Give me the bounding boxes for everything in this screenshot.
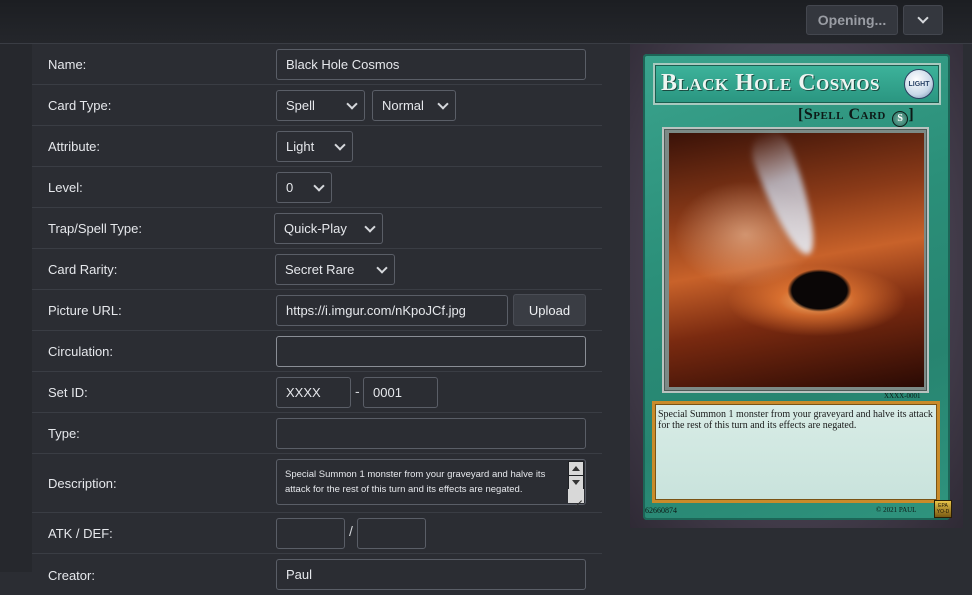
card-title: Black Hole Cosmos — [661, 70, 880, 96]
card-type-value: Spell — [286, 98, 315, 113]
card-subtype-value: Normal — [382, 98, 424, 113]
picture-url-input[interactable]: https://i.imgur.com/nKpoJCf.jpg — [276, 295, 508, 326]
set-id-prefix-input[interactable]: XXXX — [276, 377, 351, 408]
rarity-label: Card Rarity: — [48, 261, 118, 277]
resize-handle-icon[interactable] — [568, 489, 584, 503]
rarity-value: Secret Rare — [285, 262, 355, 277]
description-textarea[interactable]: Special Summon 1 monster from your grave… — [276, 459, 586, 505]
trap-spell-type-select[interactable]: Quick-Play — [274, 213, 383, 244]
row-attribute: Attribute: Light — [32, 126, 602, 167]
row-trap-spell-type: Trap/Spell Type: Quick-Play — [32, 208, 602, 249]
set-id-separator: - — [355, 383, 360, 399]
row-set-id: Set ID: XXXX - 0001 — [32, 372, 602, 413]
spell-symbol-icon: S — [892, 111, 909, 127]
set-id-label: Set ID: — [48, 384, 88, 400]
card-set-code: XXXX-0001 — [884, 392, 921, 400]
card-type-line: [Spell Card S] — [798, 106, 914, 127]
description-label: Description: — [48, 475, 117, 491]
def-input[interactable] — [357, 518, 426, 549]
card-copyright: © 2021 PAUL — [876, 506, 917, 514]
card-description-text: Special Summon 1 monster from your grave… — [658, 409, 933, 431]
circulation-input[interactable] — [276, 336, 586, 367]
attribute-select[interactable]: Light — [276, 131, 353, 162]
opening-button[interactable]: Opening... — [806, 5, 898, 35]
attribute-value: Light — [286, 139, 315, 154]
scroll-up-icon[interactable] — [569, 462, 583, 475]
set-id-number-input[interactable]: 0001 — [363, 377, 438, 408]
card-editor-form: Name: Black Hole Cosmos Card Type: Spell… — [32, 44, 602, 595]
atk-def-label: ATK / DEF: — [48, 525, 113, 541]
card-passcode: 62660874 — [645, 506, 677, 515]
name-label: Name: — [48, 56, 87, 72]
card-type-select[interactable]: Spell — [276, 90, 365, 121]
upload-button[interactable]: Upload — [513, 294, 586, 326]
row-level: Level: 0 — [32, 167, 602, 208]
level-value: 0 — [286, 180, 294, 195]
type-input[interactable] — [276, 418, 586, 449]
atk-input[interactable] — [276, 518, 345, 549]
card-type-label: Card Type: — [48, 97, 112, 113]
creator-input[interactable]: Paul — [276, 559, 586, 590]
row-atk-def: ATK / DEF: / — [32, 513, 602, 554]
picture-url-label: Picture URL: — [48, 302, 122, 318]
chevron-down-icon — [437, 97, 449, 110]
row-type: Type: — [32, 413, 602, 454]
level-select[interactable]: 0 — [276, 172, 332, 203]
description-text: Special Summon 1 monster from your grave… — [285, 469, 546, 495]
left-gutter — [0, 44, 32, 572]
row-picture-url: Picture URL: https://i.imgur.com/nKpoJCf… — [32, 290, 602, 331]
chevron-down-icon — [334, 138, 346, 151]
scroll-down-icon[interactable] — [569, 476, 583, 489]
chevron-down-icon — [376, 261, 388, 274]
row-name: Name: Black Hole Cosmos — [32, 44, 602, 85]
level-label: Level: — [48, 179, 83, 195]
trap-spell-type-label: Trap/Spell Type: — [48, 220, 142, 236]
circulation-label: Circulation: — [48, 343, 114, 359]
row-rarity: Card Rarity: Secret Rare — [32, 249, 602, 290]
rarity-select[interactable]: Secret Rare — [275, 254, 395, 285]
chevron-down-icon — [917, 12, 929, 24]
chevron-down-icon — [346, 97, 358, 110]
atk-def-separator: / — [349, 523, 353, 539]
corner-logo-icon: EPA YO-D — [934, 500, 952, 518]
name-input[interactable]: Black Hole Cosmos — [276, 49, 586, 80]
row-card-type: Card Type: Spell Normal — [32, 85, 602, 126]
chevron-down-icon — [313, 179, 325, 192]
row-creator: Creator: Paul — [32, 554, 602, 595]
top-bar: Opening... — [0, 0, 972, 44]
attribute-label: Attribute: — [48, 138, 101, 154]
chevron-down-icon — [364, 220, 376, 233]
menu-dropdown-button[interactable] — [903, 5, 943, 35]
row-circulation: Circulation: — [32, 331, 602, 372]
row-description: Description: Special Summon 1 monster fr… — [32, 454, 602, 513]
light-attribute-icon: LIGHT — [904, 69, 934, 99]
type-label: Type: — [48, 425, 80, 441]
creator-label: Creator: — [48, 567, 95, 583]
card-subtype-select[interactable]: Normal — [372, 90, 456, 121]
trap-spell-type-value: Quick-Play — [284, 221, 347, 236]
